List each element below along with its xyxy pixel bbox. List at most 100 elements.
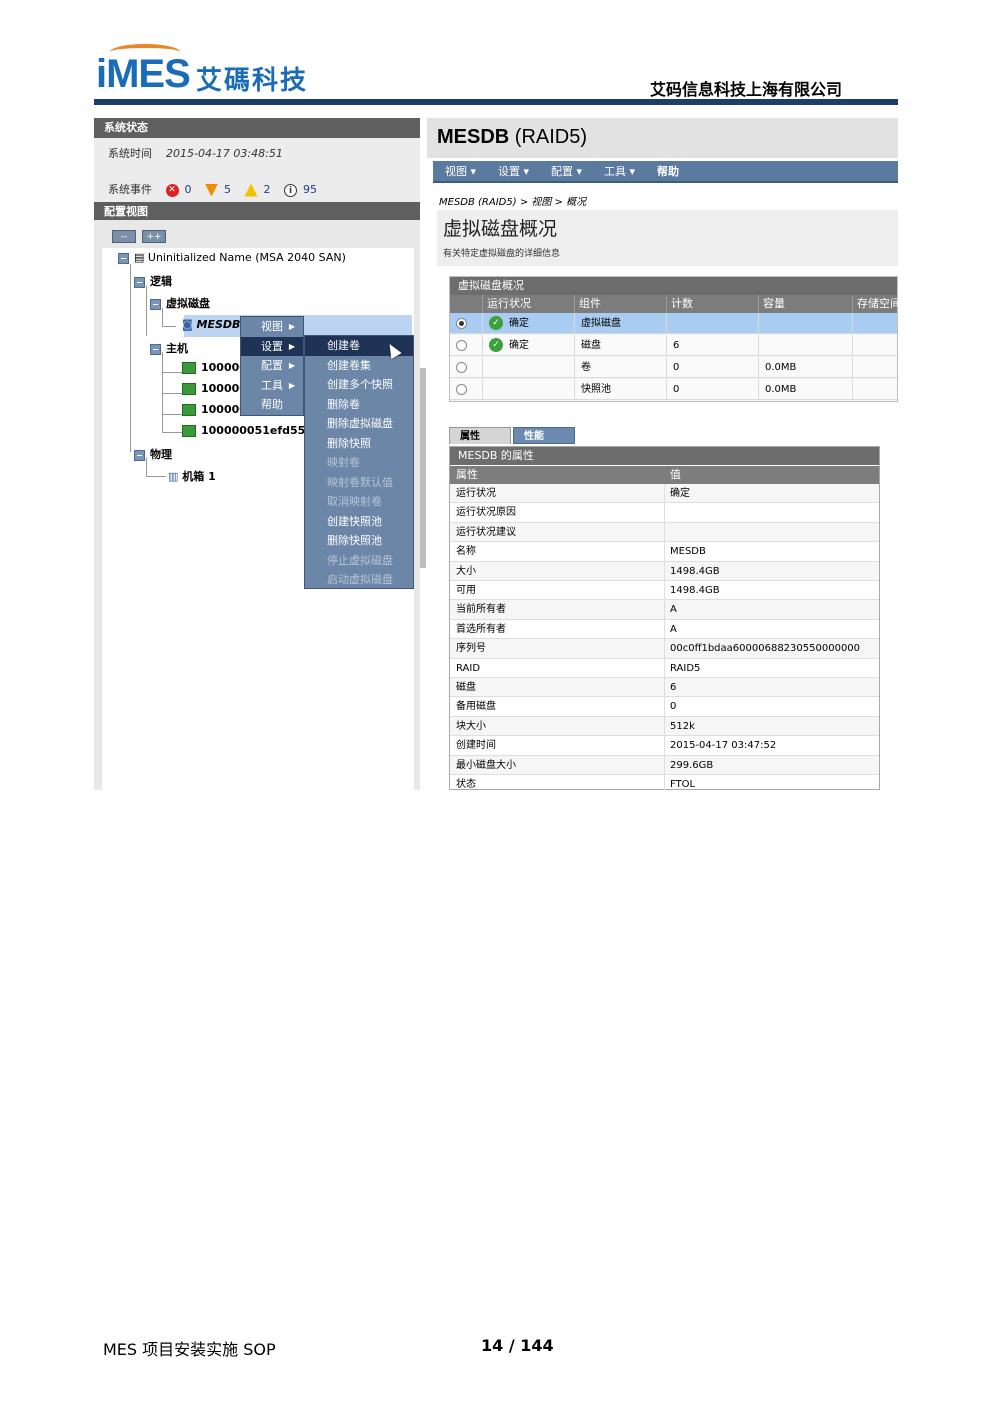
menu-item-default-mapping: 映射卷默认值 xyxy=(327,475,393,489)
property-row: 运行状况原因 xyxy=(450,503,879,523)
property-value: FTOL xyxy=(670,779,696,790)
property-value: 0 xyxy=(670,701,677,713)
menu-item-provisioning[interactable]: 设置 ▶ xyxy=(241,336,303,356)
tab-properties[interactable]: 属性 xyxy=(449,427,511,444)
tree-node-system[interactable]: ▤ Uninitialized Name (MSA 2040 SAN) xyxy=(118,251,346,264)
property-row: 块大小 512k xyxy=(450,716,879,737)
row-radio[interactable] xyxy=(456,340,467,351)
submenu-arrow-icon: ▶ xyxy=(288,361,295,370)
info-count[interactable]: 95 xyxy=(303,183,317,196)
property-key: 首选所有者 xyxy=(456,623,506,635)
submenu-arrow-icon: ▶ xyxy=(288,380,295,390)
property-value: 确定 xyxy=(670,488,690,499)
menu-item-delete-snap-pool[interactable]: 删除快照池 xyxy=(305,531,413,551)
cell-health xyxy=(482,379,574,400)
tree-node-hosts[interactable]: 主机 xyxy=(150,340,188,356)
collapse-icon[interactable] xyxy=(150,298,161,310)
menu-item-delete-vdisk[interactable]: 删除虚拟磁盘 xyxy=(305,414,413,434)
error-count[interactable]: 0 xyxy=(185,183,192,196)
col-count[interactable]: 计数 xyxy=(666,295,758,313)
menu-item-create-multiple-snapshots[interactable]: 创建多个快照 xyxy=(305,375,413,395)
enclosure-icon: ▥ xyxy=(168,470,183,483)
property-row: 创建时间 2015-04-17 03:47:52 xyxy=(450,736,879,756)
collapse-icon[interactable] xyxy=(150,343,161,355)
collapse-icon[interactable] xyxy=(134,276,145,288)
col-component[interactable]: 组件 xyxy=(574,295,666,313)
tree-node-logical[interactable]: 逻辑 xyxy=(134,273,172,289)
collapse-icon[interactable] xyxy=(134,449,145,461)
property-row: 序列号 00c0ff1bdaa60000688230550000000 xyxy=(450,639,879,659)
menu-item-stop-vdisk: 停止虚拟磁盘 xyxy=(327,553,393,567)
provisioning-submenu: 创建卷 创建卷集 创建多个快照 删除卷 删除虚拟磁盘 删除快照 映射卷 映射卷默… xyxy=(304,335,414,589)
table-row[interactable]: ✓ 确定 磁盘 6 xyxy=(450,335,897,356)
cell-health: ✓ 确定 xyxy=(482,313,574,334)
submenu-arrow-icon: ▶ xyxy=(288,322,295,331)
table-row[interactable]: ✓ 确定 虚拟磁盘 xyxy=(450,313,897,334)
property-key: 当前所有者 xyxy=(456,604,506,616)
menu-item-map-volumes: 映射卷 xyxy=(327,456,360,469)
menu-item-label: 工具 xyxy=(261,378,283,392)
property-row: 名称 MESDB xyxy=(450,542,879,562)
row-radio[interactable] xyxy=(456,384,467,395)
menubar-provisioning[interactable]: 设置 ▾ xyxy=(498,161,529,183)
warning-icon[interactable] xyxy=(205,183,218,197)
menu-item-label: 视图 xyxy=(261,320,283,333)
tree-node-vdisks[interactable]: 虚拟磁盘 xyxy=(150,295,210,311)
menu-item-tools[interactable]: 工具 ▶ xyxy=(241,376,303,396)
property-value: 1498.4GB xyxy=(670,585,720,596)
tree-label-vdisks: 虚拟磁盘 xyxy=(166,297,210,310)
vdisk-title: MESDB (RAID5) xyxy=(437,126,587,149)
menu-item-configuration[interactable]: 配置 ▶ xyxy=(241,356,303,376)
tree-node-vdisk-mesdb[interactable]: ◙ MESDB xyxy=(182,318,240,331)
info-icon[interactable]: i xyxy=(284,183,297,197)
col-storage-space[interactable]: 存储空间 xyxy=(852,295,898,313)
tree-node-host[interactable]: 100000051efd5561 xyxy=(182,424,321,437)
property-value: A xyxy=(670,623,677,635)
menu-item-view[interactable]: 视图 ▶ xyxy=(241,317,303,337)
menu-item-help[interactable]: 帮助 xyxy=(241,395,303,415)
warning-count[interactable]: 5 xyxy=(224,183,231,196)
properties-table: MESDB 的属性 属性 值 运行状况 确定 运行状况原因 运行状况建议 名称 MESDB… xyxy=(449,446,880,790)
menubar-view[interactable]: 视图 ▾ xyxy=(445,161,476,183)
property-row: 最小磁盘大小 299.6GB xyxy=(450,755,879,775)
caution-icon[interactable] xyxy=(244,183,258,197)
property-value: 2015-04-17 03:47:52 xyxy=(670,740,777,752)
error-icon[interactable]: ✕ xyxy=(165,183,179,197)
collapse-icon[interactable] xyxy=(118,252,129,264)
tab-performance[interactable]: 性能 xyxy=(513,427,575,444)
menubar-tools[interactable]: 工具 ▾ xyxy=(604,161,635,183)
menu-item-create-snap-pool[interactable]: 创建快照池 xyxy=(305,512,413,532)
menu-item-label: 配置 xyxy=(261,359,283,372)
health-text: 确定 xyxy=(509,340,529,351)
col-capacity[interactable]: 容量 xyxy=(758,295,852,313)
menubar-configuration[interactable]: 配置 ▾ xyxy=(551,161,582,183)
table-row[interactable]: 卷 0 0.0MB xyxy=(450,357,897,378)
col-health[interactable]: 运行状况 xyxy=(482,295,574,313)
cell-capacity xyxy=(758,313,852,334)
property-value: RAID5 xyxy=(670,662,701,674)
menu-item-delete-snapshots[interactable]: 删除快照 xyxy=(305,434,413,454)
tree-node-host[interactable]: 100000 xyxy=(182,361,247,374)
row-radio[interactable] xyxy=(456,318,467,329)
tree-node-host[interactable]: 100000 xyxy=(182,382,247,395)
tree-node-enclosure[interactable]: ▥ 机箱 1 xyxy=(168,468,216,484)
host-icon xyxy=(182,404,196,416)
tree-node-host[interactable]: 100000 xyxy=(182,403,247,416)
pane-scrollbar[interactable] xyxy=(420,368,426,568)
property-row: 首选所有者 A xyxy=(450,619,879,640)
col-property[interactable]: 属性 xyxy=(456,466,478,484)
tree-node-physical[interactable]: 物理 xyxy=(134,446,172,462)
menubar-help[interactable]: 帮助 xyxy=(657,161,679,183)
caution-count[interactable]: 2 xyxy=(264,183,271,196)
property-key: 名称 xyxy=(456,546,476,558)
property-row: 状态 FTOL xyxy=(450,775,879,790)
property-key: 创建时间 xyxy=(456,740,496,752)
col-value[interactable]: 值 xyxy=(670,466,681,484)
table-row[interactable]: 快照池 0 0.0MB xyxy=(450,379,897,400)
collapse-all-button[interactable]: -- xyxy=(112,230,136,243)
row-radio[interactable] xyxy=(456,362,467,373)
menu-item-create-volume-set[interactable]: 创建卷集 xyxy=(305,356,413,376)
menu-item-delete-volumes[interactable]: 删除卷 xyxy=(305,395,413,415)
system-storage-icon: ▤ xyxy=(134,251,148,264)
expand-all-button[interactable]: ++ xyxy=(142,230,166,243)
